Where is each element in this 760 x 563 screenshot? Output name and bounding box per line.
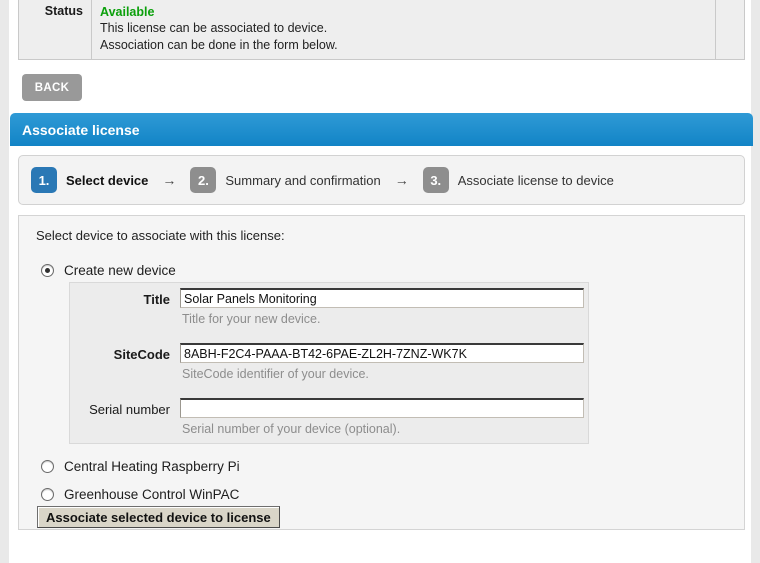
radio-label-central-heating-raspberry-pi: Central Heating Raspberry Pi (64, 459, 240, 474)
associate-license-header: Associate license (10, 113, 753, 146)
radio-label-greenhouse-control-winpac: Greenhouse Control WinPAC (64, 487, 240, 502)
label-serial-number: Serial number (89, 402, 170, 417)
label-sitecode: SiteCode (113, 347, 170, 362)
radio-icon-central-heating-raspberry-pi[interactable] (41, 460, 54, 473)
step-arrow-1-icon: → (162, 172, 177, 188)
panel-intro-text: Select device to associate with this lic… (36, 228, 285, 243)
label-title: Title (143, 292, 171, 307)
hint-sitecode: SiteCode identifier of your device. (182, 367, 369, 381)
page-bottom-strip (9, 533, 751, 563)
step-2-label: Summary and confirmation (225, 172, 381, 188)
radio-icon-greenhouse-control-winpac[interactable] (41, 488, 54, 501)
associate-selected-device-button[interactable]: Associate selected device to license (37, 506, 280, 528)
license-status-table: Status Available This license can be ass… (18, 0, 745, 60)
step-2[interactable]: 2. Summary and confirmation (190, 167, 381, 193)
step-2-badge: 2. (190, 167, 217, 193)
hint-title: Title for your new device. (182, 312, 321, 326)
step-3-label: Associate license to device (457, 172, 614, 188)
page-title: Associate license (22, 121, 140, 138)
radio-option-central-heating-raspberry-pi[interactable]: Central Heating Raspberry Pi (41, 459, 240, 474)
step-arrow-2-icon: → (394, 172, 409, 188)
input-title[interactable] (180, 288, 584, 308)
select-device-panel: Select device to associate with this lic… (18, 215, 745, 530)
radio-icon-create-new-device[interactable] (41, 264, 54, 277)
status-line-1: This license can be associated to device… (100, 21, 328, 35)
input-serial-number[interactable] (180, 398, 584, 418)
status-empty-column (716, 0, 744, 59)
step-1-badge: 1. (31, 167, 57, 193)
step-3[interactable]: 3. Associate license to device (422, 167, 614, 193)
new-device-fields-group: Title Title for your new device. SiteCod… (69, 282, 589, 444)
step-3-badge: 3. (422, 167, 449, 193)
input-sitecode[interactable] (180, 343, 584, 363)
hint-serial-number: Serial number of your device (optional). (182, 422, 401, 436)
step-1-label: Select device (66, 172, 149, 188)
radio-option-create-new-device[interactable]: Create new device (41, 263, 176, 278)
radio-label-create-new-device: Create new device (64, 263, 176, 278)
page-left-gutter (0, 0, 9, 563)
wizard-stepper: 1. Select device → 2. Summary and confir… (18, 155, 745, 205)
status-badge: Available (100, 5, 155, 19)
status-label: Status (19, 0, 92, 59)
step-1[interactable]: 1. Select device (31, 167, 148, 193)
page-right-gutter (751, 0, 760, 563)
radio-option-greenhouse-control-winpac[interactable]: Greenhouse Control WinPAC (41, 487, 239, 502)
status-details: Available This license can be associated… (92, 0, 716, 59)
status-line-2: Association can be done in the form belo… (100, 38, 338, 52)
back-button[interactable]: BACK (22, 74, 82, 101)
page-root: Status Available This license can be ass… (0, 0, 760, 563)
